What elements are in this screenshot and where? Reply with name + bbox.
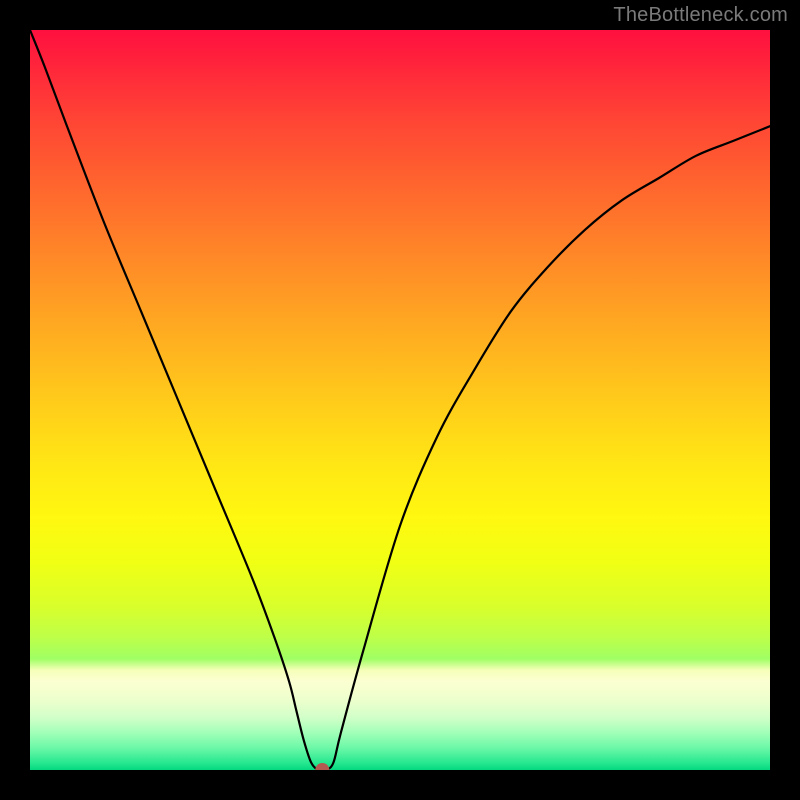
watermark-text: TheBottleneck.com xyxy=(613,4,788,27)
chart-svg xyxy=(30,30,770,770)
optimum-marker xyxy=(315,763,329,770)
chart-plot-area xyxy=(30,30,770,770)
bottleneck-curve xyxy=(30,30,770,770)
